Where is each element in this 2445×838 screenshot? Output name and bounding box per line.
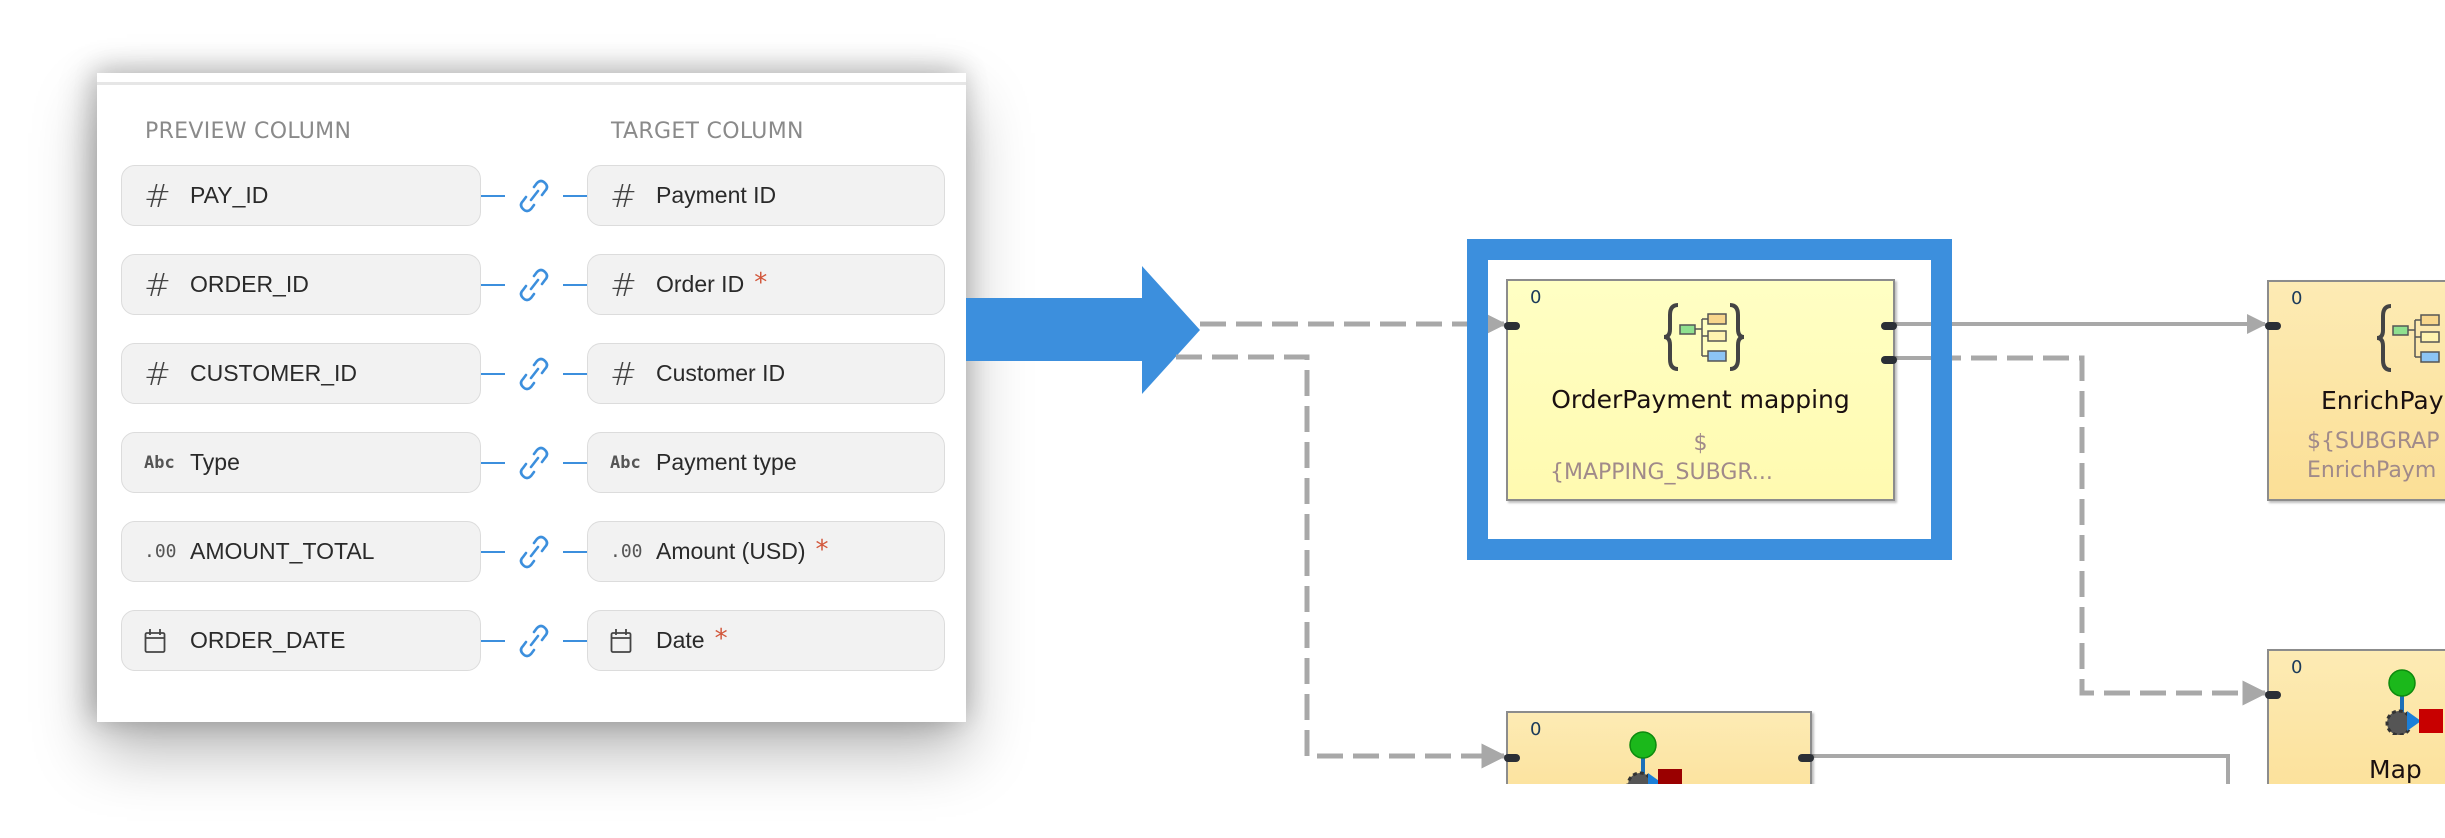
target-column-label: Customer ID xyxy=(656,360,786,386)
column-link[interactable] xyxy=(481,254,587,315)
target-column-field[interactable]: Abc Payment type xyxy=(587,432,945,493)
mapping-row: # CUSTOMER_ID # Customer ID xyxy=(121,343,945,406)
column-mapping-panel: PREVIEW COLUMN TARGET COLUMN # PAY_ID # Pay… xyxy=(97,73,966,722)
node-subtitle-line1: ${SUBGRAP xyxy=(2307,429,2440,454)
column-link[interactable] xyxy=(481,432,587,493)
hash-icon: # xyxy=(610,354,637,393)
reformat-component-icon xyxy=(2385,669,2443,735)
link-line-right xyxy=(563,640,587,642)
record-count: 0 xyxy=(2291,288,2303,309)
source-column-field[interactable]: # CUSTOMER_ID xyxy=(121,343,481,404)
edge-bottom-left-out xyxy=(1812,754,2230,784)
target-column-label: Payment type xyxy=(656,449,797,475)
target-column-field[interactable]: # Order ID * xyxy=(587,254,945,315)
hash-icon: # xyxy=(144,176,171,215)
required-marker: * xyxy=(714,623,728,654)
link-line-left xyxy=(481,462,505,464)
reformat-component-icon xyxy=(1626,731,1682,784)
hash-icon: # xyxy=(610,265,637,304)
node-title: Map xyxy=(2369,755,2422,784)
link-icon xyxy=(519,624,549,658)
bottom-left-component-node[interactable]: 0 xyxy=(1504,711,1814,784)
target-column-label: Date xyxy=(656,627,705,653)
panel-top-divider xyxy=(97,82,966,85)
input-port[interactable] xyxy=(2265,691,2281,699)
text-type-icon: Abc xyxy=(144,452,175,473)
record-count: 0 xyxy=(1530,719,1542,740)
link-icon xyxy=(519,446,549,480)
mapping-row: Abc Type Abc Payment type xyxy=(121,432,945,495)
map-component-node[interactable]: 0 Map xyxy=(2265,649,2445,784)
preview-column-header: PREVIEW COLUMN xyxy=(145,119,352,144)
link-icon xyxy=(519,179,549,213)
target-column-field[interactable]: # Customer ID xyxy=(587,343,945,404)
link-line-right xyxy=(563,373,587,375)
node-subtitle-line2: EnrichPaym xyxy=(2307,458,2437,483)
record-count: 0 xyxy=(2291,657,2303,678)
input-port[interactable] xyxy=(1504,754,1520,762)
required-marker: * xyxy=(815,534,829,565)
source-column-field[interactable]: ORDER_DATE xyxy=(121,610,481,671)
column-link[interactable] xyxy=(481,343,587,404)
link-line-left xyxy=(481,373,505,375)
decimal-type-icon: .00 xyxy=(144,541,177,562)
edge-mapping-to-map xyxy=(1935,355,2268,706)
link-icon xyxy=(519,268,549,302)
calendar-icon xyxy=(610,628,644,654)
link-line-right xyxy=(563,551,587,553)
source-column-label: ORDER_DATE xyxy=(190,627,346,653)
input-port[interactable] xyxy=(2265,322,2281,330)
link-line-left xyxy=(481,640,505,642)
column-link[interactable] xyxy=(481,610,587,671)
source-column-field[interactable]: # PAY_ID xyxy=(121,165,481,226)
target-column-field[interactable]: .00 Amount (USD) * xyxy=(587,521,945,582)
link-icon xyxy=(519,357,549,391)
hash-icon: # xyxy=(610,176,637,215)
source-column-field[interactable]: # ORDER_ID xyxy=(121,254,481,315)
mapping-subgraph-icon xyxy=(2377,304,2440,372)
calendar-icon xyxy=(144,628,178,654)
target-column-header: TARGET COLUMN xyxy=(611,119,804,144)
link-line-left xyxy=(481,195,505,197)
link-line-right xyxy=(563,462,587,464)
target-column-label: Amount (USD) xyxy=(656,538,806,564)
link-line-left xyxy=(481,284,505,286)
mapping-row: .00 AMOUNT_TOTAL .00 Amount (USD) * xyxy=(121,521,945,584)
mapping-row: # PAY_ID # Payment ID xyxy=(121,165,945,228)
source-column-label: Type xyxy=(190,449,240,475)
hash-icon: # xyxy=(144,354,171,393)
source-column-label: PAY_ID xyxy=(190,182,269,208)
hash-icon: # xyxy=(144,265,171,304)
mapping-row: ORDER_DATE Date * xyxy=(121,610,945,673)
source-column-label: ORDER_ID xyxy=(190,271,309,297)
text-type-icon: Abc xyxy=(610,452,641,473)
target-column-label: Order ID xyxy=(656,271,745,297)
source-column-label: CUSTOMER_ID xyxy=(190,360,357,386)
column-link[interactable] xyxy=(481,521,587,582)
link-line-right xyxy=(563,284,587,286)
target-column-field[interactable]: Date * xyxy=(587,610,945,671)
selected-node-highlight xyxy=(1467,239,1952,560)
column-link[interactable] xyxy=(481,165,587,226)
source-column-field[interactable]: .00 AMOUNT_TOTAL xyxy=(121,521,481,582)
edge-input-to-bottom-left xyxy=(1176,354,1507,769)
link-line-right xyxy=(563,195,587,197)
target-column-label: Payment ID xyxy=(656,182,777,208)
required-marker: * xyxy=(754,267,768,298)
link-line-left xyxy=(481,551,505,553)
source-column-field[interactable]: Abc Type xyxy=(121,432,481,493)
target-column-field[interactable]: # Payment ID xyxy=(587,165,945,226)
output-port-0[interactable] xyxy=(1798,754,1814,762)
mapping-row: # ORDER_ID # Order ID * xyxy=(121,254,945,317)
node-title: EnrichPay xyxy=(2321,386,2444,415)
source-column-label: AMOUNT_TOTAL xyxy=(190,538,375,564)
link-icon xyxy=(519,535,549,569)
decimal-type-icon: .00 xyxy=(610,541,643,562)
enrich-payment-node[interactable]: 0 EnrichPay ${SUBGRAP EnrichPaym xyxy=(2265,280,2445,501)
